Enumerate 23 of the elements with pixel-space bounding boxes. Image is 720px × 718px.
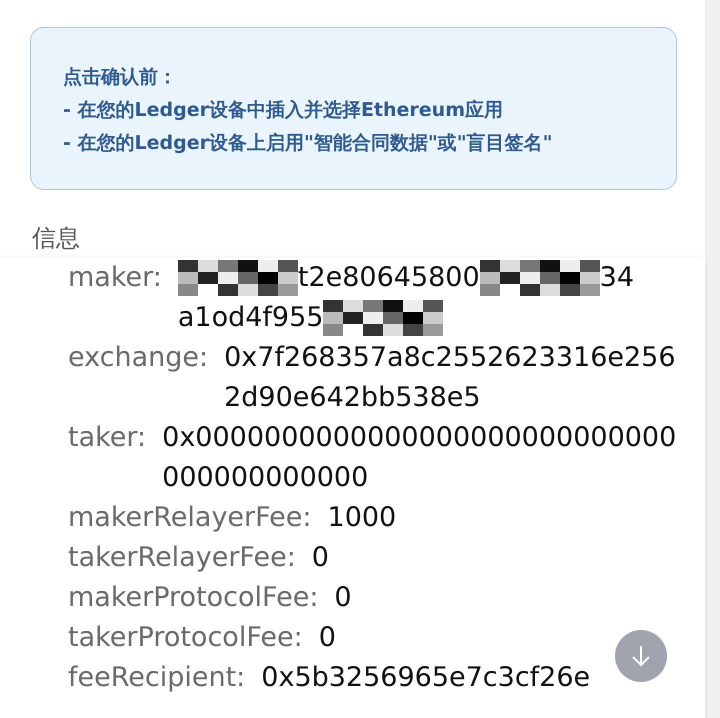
field-value: 0x5b3256965e7c3cf26e [261, 661, 590, 695]
notice-text: - 在您的Ledger设备上启用"智能合同数据"或"盲目签名" [63, 131, 554, 156]
field-value: t2e80645800 [298, 261, 480, 295]
notice-text: 点击确认前： [63, 65, 178, 90]
field-value: 1000 [328, 501, 396, 535]
field-label: takerProtocolFee: [68, 621, 303, 655]
section-title: 信息 [32, 223, 81, 254]
field-label: makerRelayerFee: [68, 501, 312, 535]
field-label: taker: [68, 421, 146, 455]
field-value: 34 [600, 261, 634, 295]
notice-text: - 在您的Ledger设备中插入并选择Ethereum应用 [63, 98, 504, 123]
field-label: makerProtocolFee: [68, 581, 318, 615]
field-label: exchange: [68, 341, 208, 375]
field-value: 0 [312, 541, 329, 575]
scroll-down-button[interactable] [615, 630, 667, 682]
field-label: maker: [68, 261, 162, 295]
field-value: 0 [318, 621, 336, 655]
field-value: 0 [334, 581, 352, 615]
field-label: takerRelayerFee: [68, 541, 296, 575]
field-label: feeRecipient: [68, 661, 246, 695]
field-value: 0x0000000000000000000000000000000000000000 [162, 421, 678, 495]
field-value: 0x7f268357a8c2552623316e2562d90e642bb538e5 [224, 341, 677, 415]
field-value: a1od4f955 [178, 301, 324, 335]
